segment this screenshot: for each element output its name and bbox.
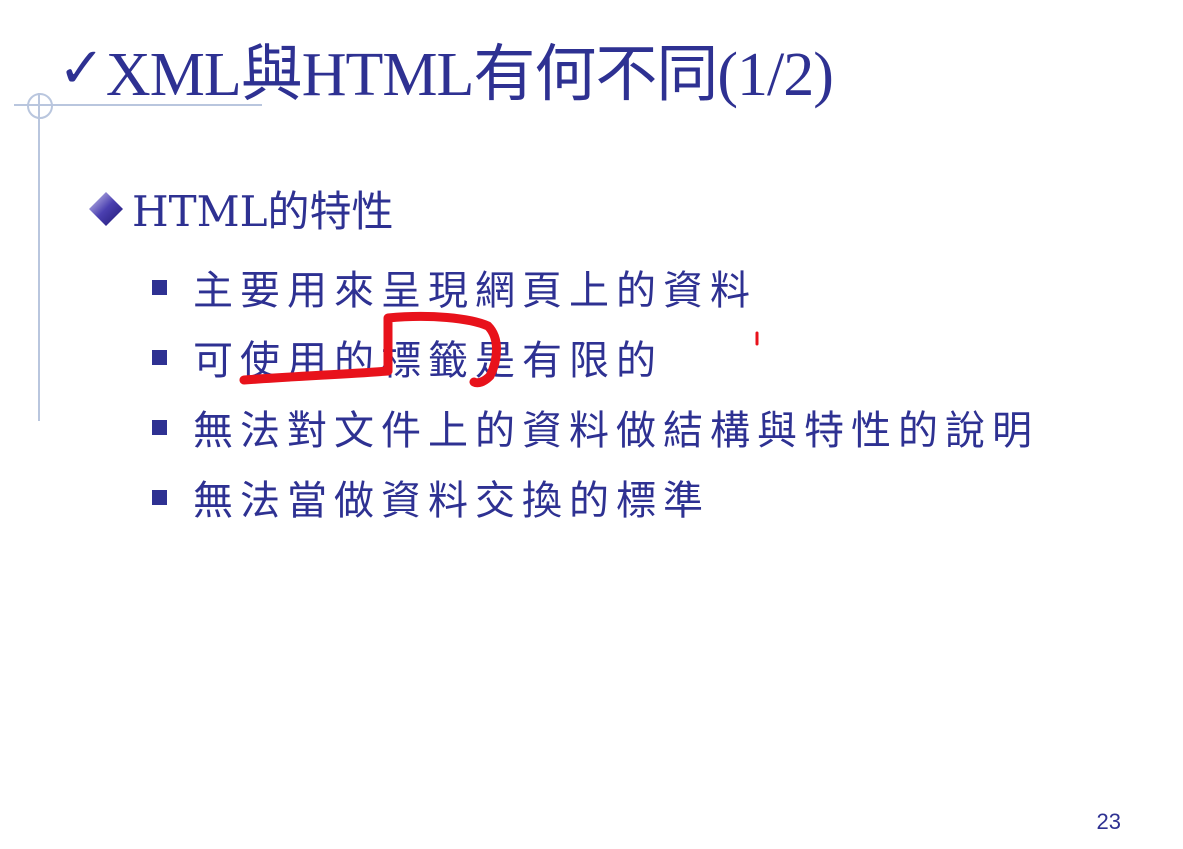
list-item-text: 主要用來呈現網頁上的資料 (193, 268, 757, 314)
list-item-text: 可使用的標籤是有限的 (193, 338, 663, 384)
page-number: 23 (1096, 809, 1121, 834)
list-item: 可使用的標籤是有限的 (152, 322, 1039, 392)
square-bullet-icon (152, 419, 167, 435)
list-item: 無法當做資料交換的標準 (152, 462, 1039, 532)
list-item: 無法對文件上的資料做結構與特性的說明 (152, 392, 1039, 462)
list-item: 主要用來呈現網頁上的資料 (152, 252, 1039, 322)
slide-title-text: XML與HTML有何不同(1/2) (105, 41, 834, 109)
diamond-bullet-icon (86, 189, 126, 229)
checkmark-icon: ✓ (58, 37, 105, 100)
bullet-list: 主要用來呈現網頁上的資料 可使用的標籤是有限的 無法對文件上的資料做結構與特性的… (152, 252, 1039, 532)
list-item-text: 無法當做資料交換的標準 (193, 478, 710, 524)
list-item-text: 無法對文件上的資料做結構與特性的說明 (193, 408, 1039, 454)
square-bullet-icon (152, 489, 167, 505)
section-heading-text: HTML的特性 (132, 187, 394, 236)
slide-title: ✓ XML與HTML有何不同(1/2) (58, 28, 834, 110)
decorative-circle (27, 93, 53, 119)
square-bullet-icon (152, 279, 167, 295)
slide: ✓ XML與HTML有何不同(1/2) HTML的特性 主要用來呈現網頁上的資料 (0, 0, 1183, 849)
square-bullet-icon (152, 349, 167, 365)
decorative-vertical-line (38, 93, 40, 421)
section-heading: HTML的特性 (86, 178, 394, 239)
